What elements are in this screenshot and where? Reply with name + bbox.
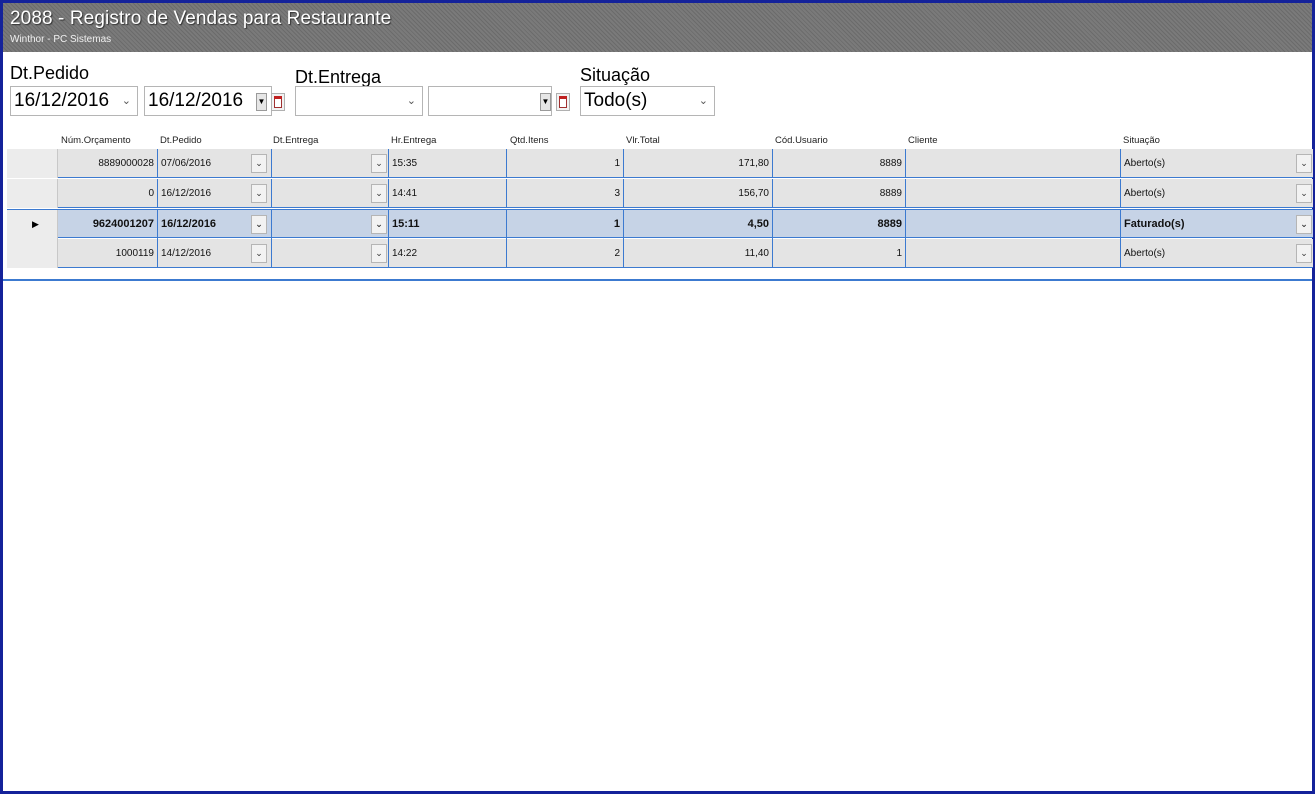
app-window: 2088 - Registro de Vendas para Restauran…: [0, 0, 1315, 794]
col-header-qtd-itens[interactable]: Qtd.Itens: [510, 135, 549, 146]
row-indicator[interactable]: [7, 149, 58, 178]
cell-vlr-total: 156,70: [624, 179, 773, 208]
cell-cliente: [906, 239, 1121, 268]
cell-num-orcamento: 8889000028: [58, 149, 158, 178]
col-header-vlr-total[interactable]: Vlr.Total: [626, 135, 660, 146]
col-header-dt-pedido[interactable]: Dt.Pedido: [160, 135, 202, 146]
chevron-down-icon[interactable]: ⌄: [251, 184, 267, 203]
row-indicator[interactable]: [7, 239, 58, 268]
title-bar[interactable]: 2088 - Registro de Vendas para Restauran…: [3, 3, 1312, 52]
cell-cod-usuario: 1: [773, 239, 906, 268]
dt-pedido-from-value: 16/12/2016: [14, 90, 110, 111]
situacao-combo[interactable]: Todo(s) ⌄: [580, 86, 715, 116]
col-header-cliente[interactable]: Cliente: [908, 135, 938, 146]
chevron-down-icon[interactable]: ⌄: [1296, 154, 1312, 173]
chevron-down-icon[interactable]: ⌄: [371, 244, 387, 263]
cell-situacao[interactable]: Aberto(s): [1121, 149, 1313, 178]
chevron-down-icon[interactable]: ⌄: [699, 94, 708, 107]
dt-entrega-to-combo[interactable]: [428, 86, 552, 116]
calendar-icon[interactable]: [271, 93, 285, 111]
chevron-down-icon[interactable]: ⌄: [251, 244, 267, 263]
chevron-down-icon[interactable]: ⌄: [251, 154, 267, 173]
chevron-down-icon[interactable]: ⌄: [407, 94, 416, 107]
col-header-hr-entrega[interactable]: Hr.Entrega: [391, 135, 436, 146]
dt-entrega-from-combo[interactable]: ⌄: [295, 86, 423, 116]
cell-hr-entrega[interactable]: 14:41: [389, 179, 507, 208]
cell-cod-usuario: 8889: [773, 210, 906, 239]
situacao-label: Situação: [580, 65, 651, 85]
chevron-down-icon[interactable]: ⌄: [371, 154, 387, 173]
dt-pedido-to-combo[interactable]: 16/12/2016: [144, 86, 272, 116]
chevron-down-icon[interactable]: ⌄: [251, 215, 267, 234]
grid-bottom-divider: [3, 279, 1312, 281]
cell-cliente: [906, 149, 1121, 178]
situacao-value: Todo(s): [584, 90, 648, 111]
table-row[interactable]: 1000119 14/12/2016 ⌄ ⌄ 14:22 2 11,40 1 A…: [7, 239, 1313, 268]
cell-situacao[interactable]: Aberto(s): [1121, 179, 1313, 208]
chevron-down-icon[interactable]: ⌄: [1296, 244, 1312, 263]
cell-hr-entrega[interactable]: 15:11: [389, 210, 507, 239]
window-title: 2088 - Registro de Vendas para Restauran…: [10, 8, 392, 29]
cell-qtd-itens: 1: [507, 149, 624, 178]
cell-situacao[interactable]: Faturado(s): [1121, 210, 1313, 239]
table-row[interactable]: 8889000028 07/06/2016 ⌄ ⌄ 15:35 1 171,80…: [7, 149, 1313, 178]
table-row[interactable]: 0 16/12/2016 ⌄ ⌄ 14:41 3 156,70 8889 Abe…: [7, 179, 1313, 208]
dt-entrega-to-dropdown-button[interactable]: ▼: [540, 93, 551, 111]
cell-cod-usuario: 8889: [773, 149, 906, 178]
col-header-dt-entrega[interactable]: Dt.Entrega: [273, 135, 318, 146]
dt-pedido-label: Dt.Pedido: [10, 63, 90, 83]
row-indicator[interactable]: ▶: [7, 210, 58, 239]
orders-grid: Núm.Orçamento Dt.Pedido Dt.Entrega Hr.En…: [7, 131, 1313, 268]
cell-hr-entrega[interactable]: 15:35: [389, 149, 507, 178]
cell-cliente: [906, 179, 1121, 208]
dt-pedido-to-value: 16/12/2016: [148, 90, 244, 111]
table-row-selected[interactable]: ▶ 9624001207 16/12/2016 ⌄ ⌄ 15:11 1 4,50…: [7, 209, 1313, 239]
cell-qtd-itens: 1: [507, 210, 624, 239]
cell-vlr-total: 11,40: [624, 239, 773, 268]
chevron-down-icon[interactable]: ⌄: [1296, 184, 1312, 203]
row-indicator[interactable]: [7, 179, 58, 208]
cell-cliente: [906, 210, 1121, 239]
window-subtitle: Winthor - PC Sistemas: [10, 34, 112, 45]
cell-vlr-total: 171,80: [624, 149, 773, 178]
cell-cod-usuario: 8889: [773, 179, 906, 208]
cell-situacao[interactable]: Aberto(s): [1121, 239, 1313, 268]
cell-hr-entrega[interactable]: 14:22: [389, 239, 507, 268]
col-header-situacao[interactable]: Situação: [1123, 135, 1160, 146]
dt-entrega-label: Dt.Entrega: [295, 67, 382, 87]
cell-qtd-itens: 3: [507, 179, 624, 208]
chevron-down-icon[interactable]: ⌄: [122, 94, 131, 107]
cell-num-orcamento: 9624001207: [58, 210, 158, 239]
dt-pedido-to-dropdown-button[interactable]: ▼: [256, 93, 267, 111]
cell-num-orcamento: 0: [58, 179, 158, 208]
col-header-num-orcamento[interactable]: Núm.Orçamento: [61, 135, 131, 146]
grid-header: Núm.Orçamento Dt.Pedido Dt.Entrega Hr.En…: [7, 131, 1313, 149]
chevron-down-icon[interactable]: ⌄: [371, 184, 387, 203]
cell-vlr-total: 4,50: [624, 210, 773, 239]
cell-qtd-itens: 2: [507, 239, 624, 268]
chevron-down-icon[interactable]: ⌄: [371, 215, 387, 234]
cell-num-orcamento: 1000119: [58, 239, 158, 268]
chevron-down-icon[interactable]: ⌄: [1296, 215, 1312, 234]
triangle-right-icon: ▶: [32, 219, 39, 229]
col-header-cod-usuario[interactable]: Cód.Usuario: [775, 135, 828, 146]
dt-pedido-from-combo[interactable]: 16/12/2016 ⌄: [10, 86, 138, 116]
calendar-icon[interactable]: [556, 93, 570, 111]
